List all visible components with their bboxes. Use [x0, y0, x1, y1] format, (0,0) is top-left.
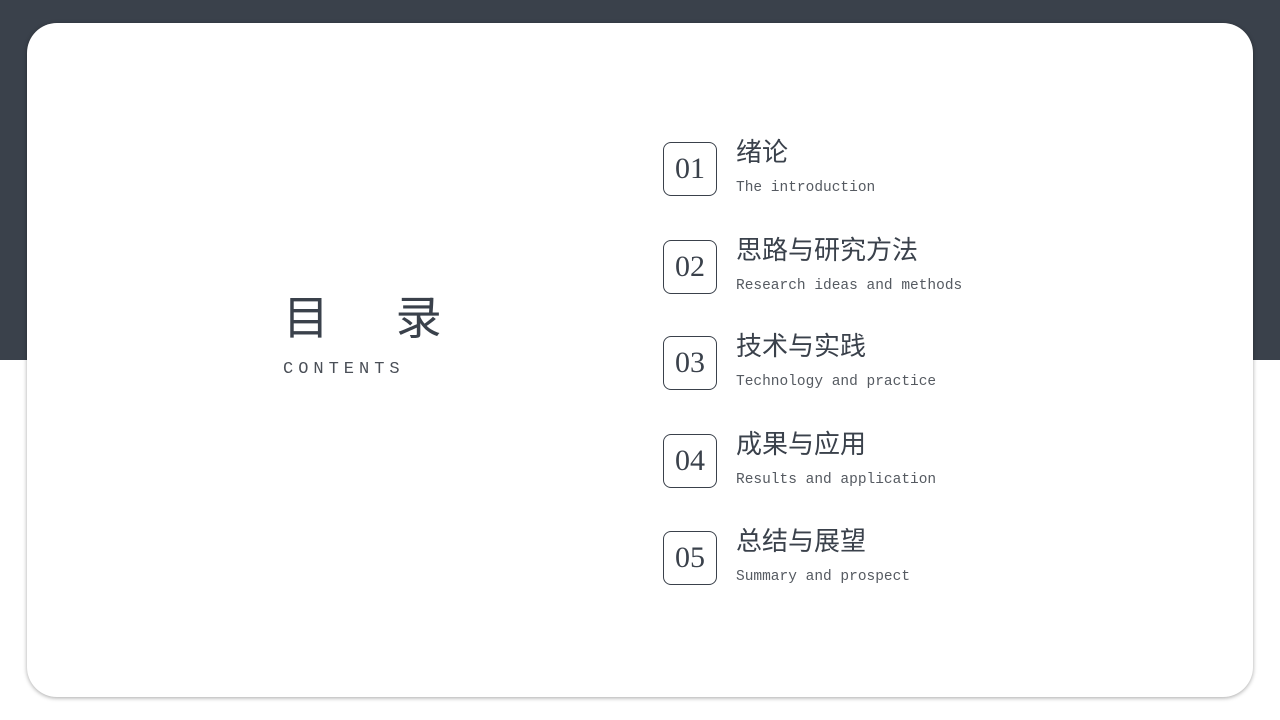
item-title: 成果与应用	[736, 430, 867, 460]
item-number-badge: 03	[663, 336, 717, 390]
contents-item-04[interactable]: 04 成果与应用 Results and application	[663, 430, 1083, 490]
item-subtitle: The introduction	[736, 180, 876, 196]
page-subtitle: CONTENTS	[283, 360, 405, 379]
item-subtitle: Technology and practice	[736, 374, 937, 390]
contents-item-05[interactable]: 05 总结与展望 Summary and prospect	[663, 527, 1083, 587]
item-number-badge: 02	[663, 240, 717, 294]
item-title: 绪论	[736, 138, 789, 168]
item-number-badge: 01	[663, 142, 717, 196]
item-number-badge: 04	[663, 434, 717, 488]
item-subtitle: Results and application	[736, 472, 937, 488]
contents-title-block: 目 录 CONTENTS	[283, 290, 443, 379]
contents-item-01[interactable]: 01 绪论 The introduction	[663, 138, 1083, 198]
item-title: 总结与展望	[736, 527, 867, 557]
item-subtitle: Summary and prospect	[736, 569, 911, 585]
contents-item-03[interactable]: 03 技术与实践 Technology and practice	[663, 332, 1083, 392]
item-title: 思路与研究方法	[736, 236, 919, 266]
item-subtitle: Research ideas and methods	[736, 278, 963, 294]
item-number-badge: 05	[663, 531, 717, 585]
page-title: 目 录	[283, 291, 468, 345]
contents-item-02[interactable]: 02 思路与研究方法 Research ideas and methods	[663, 236, 1083, 296]
item-title: 技术与实践	[736, 332, 867, 362]
